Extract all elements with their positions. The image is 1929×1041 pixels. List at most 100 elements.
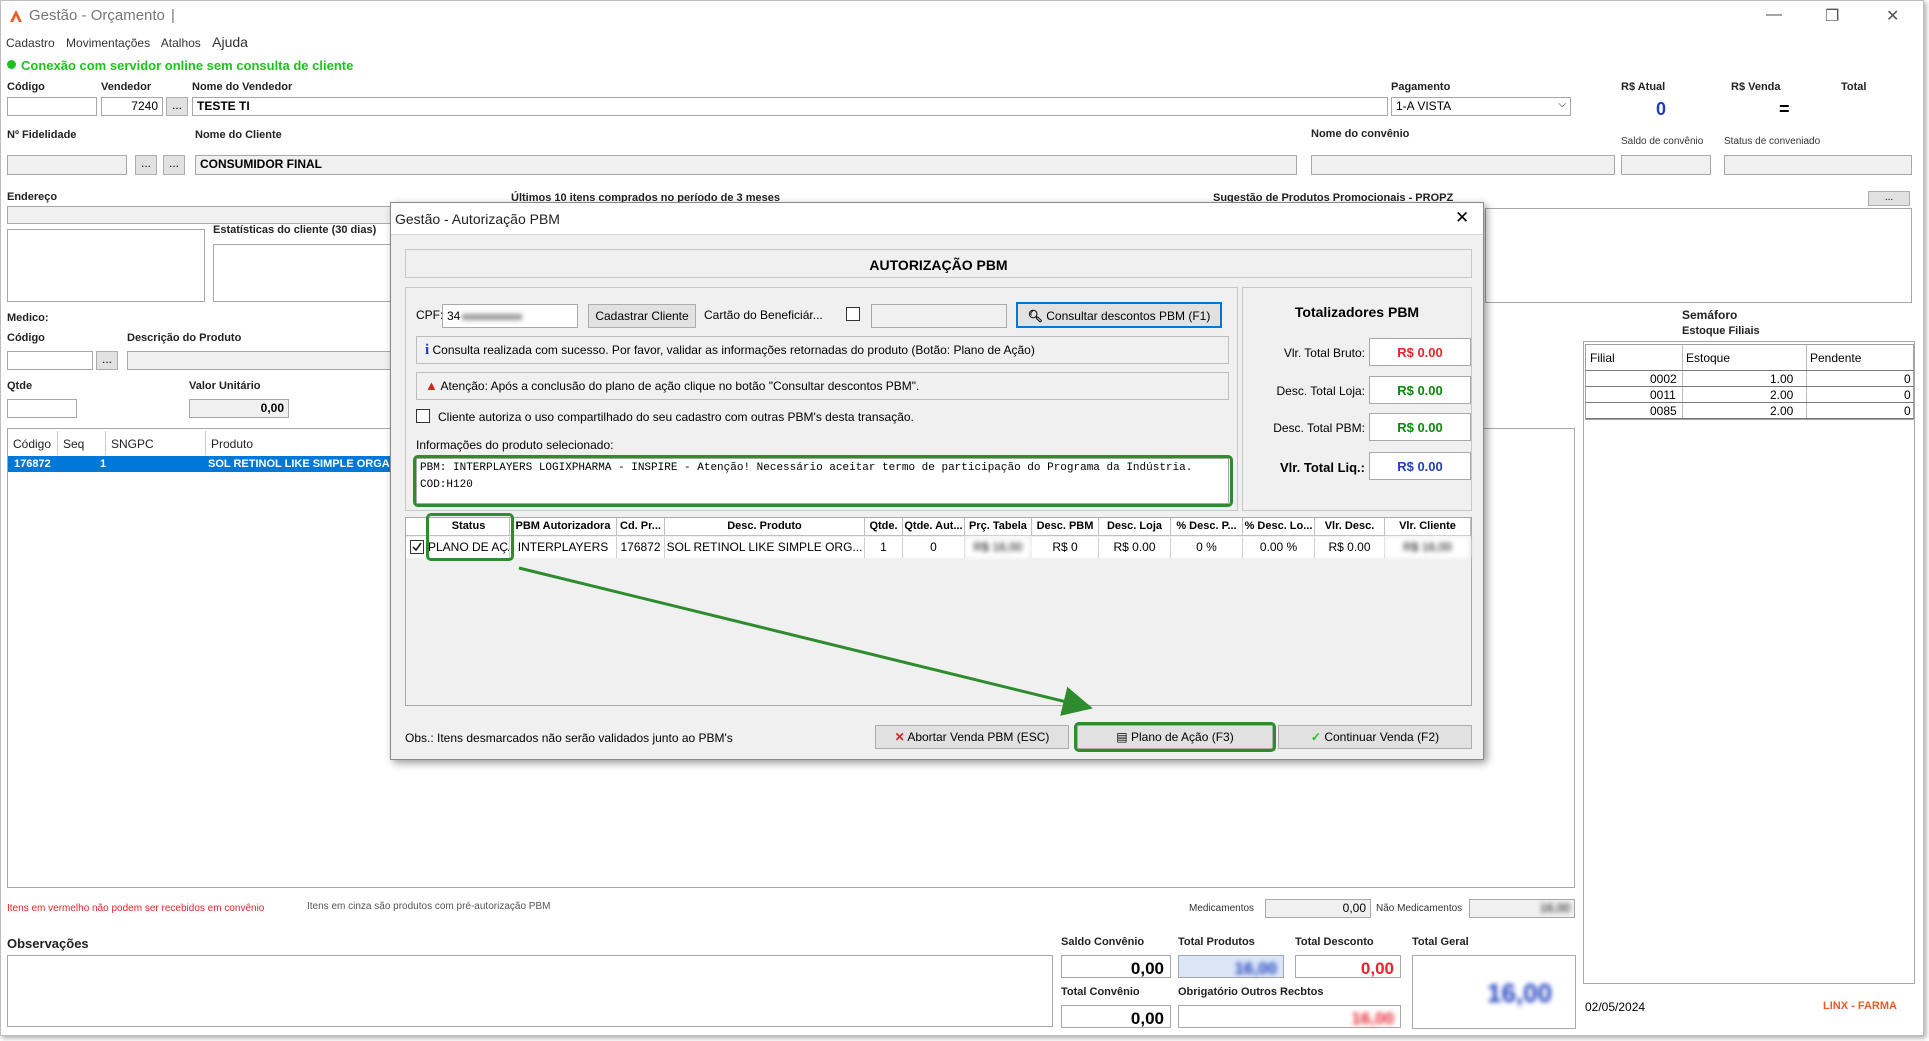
row-divider — [1586, 386, 1913, 387]
status-conveniado-input — [1724, 155, 1912, 175]
items-col-produto[interactable]: Produto — [211, 437, 253, 451]
total-convenio-value: 0,00 — [1061, 1005, 1171, 1028]
red-items-note: Itens em vermelho não podem ser recebido… — [7, 903, 265, 914]
filial-col-estoque: Estoque — [1686, 351, 1731, 365]
menu-atalhos[interactable]: Atalhos — [161, 36, 201, 50]
items-col-codigo[interactable]: Código — [13, 437, 51, 451]
chevron-down-icon: ⌵ — [1558, 99, 1566, 110]
gray-items-note: Itens em cinza são produtos com pré-auto… — [307, 901, 551, 912]
vendedor-search-button[interactable]: ... — [166, 97, 188, 116]
items-col-sngpc[interactable]: SNGPC — [111, 437, 154, 451]
rs-venda-label: R$ Venda — [1731, 81, 1781, 93]
vendedor-label: Vendedor — [101, 81, 152, 93]
obrigatorio-text: 16,00 — [1351, 1009, 1394, 1028]
medicamentos-label: Medicamentos — [1189, 903, 1255, 914]
menu-movimentacoes[interactable]: Movimentações — [66, 36, 150, 50]
annotation-arrow-icon — [518, 566, 1093, 716]
total-label: Total — [1841, 81, 1867, 93]
codigo-input[interactable] — [7, 97, 97, 116]
vendedor-input[interactable]: 7240 — [101, 97, 163, 116]
brand-label: LINX - FARMA — [1823, 1000, 1897, 1012]
codigo-produto-label: Código — [7, 332, 45, 344]
nome-cliente-label: Nome do Cliente — [195, 129, 282, 141]
title-bar: Gestão - Orçamento | — ❐ ✕ — [1, 1, 1923, 33]
plano-acao-highlight — [1074, 722, 1276, 752]
nome-convenio-input[interactable] — [1311, 155, 1615, 175]
total-desconto-label: Total Desconto — [1295, 936, 1374, 948]
filial-cell: 0085 — [1650, 404, 1677, 418]
observacoes-textarea[interactable] — [7, 955, 1053, 1027]
medicamentos-value: 0,00 — [1265, 899, 1371, 918]
estatisticas-box — [213, 244, 393, 302]
saldo-convenio-small-label: Saldo de convênio — [1621, 136, 1704, 147]
filial-cell: 2.00 — [1770, 404, 1794, 418]
pagamento-select[interactable]: 1-A VISTA ⌵ — [1391, 97, 1571, 116]
total-geral-box: 16,00 — [1412, 955, 1576, 1029]
total-geral-label: Total Geral — [1412, 936, 1469, 948]
descricao-produto-label: Descrição do Produto — [127, 332, 242, 344]
table-row[interactable]: 176872 1 SOL RETINOL LIKE SIMPLE ORGAN — [8, 456, 398, 472]
endereco-label: Endereço — [7, 191, 58, 203]
total-geral-value: 16,00 — [1487, 978, 1553, 1008]
menu-ajuda[interactable]: Ajuda — [212, 34, 248, 50]
abortar-venda-button[interactable]: ✕ Abortar Venda PBM (ESC) — [875, 725, 1069, 749]
total-produtos-text: 16,00 — [1234, 959, 1277, 978]
row-divider — [1586, 402, 1913, 403]
sugestao-box — [1485, 208, 1912, 303]
semaforo-panel — [1583, 341, 1915, 984]
continuar-label: Continuar Venda (F2) — [1324, 730, 1440, 744]
fidelidade-input[interactable] — [7, 155, 127, 175]
medico-label: Medico: — [7, 312, 49, 324]
row-divider — [1586, 370, 1913, 371]
cliente-search-button[interactable]: ... — [163, 155, 185, 175]
filial-cell: 0011 — [1650, 388, 1676, 402]
nome-cliente-input[interactable]: CONSUMIDOR FINAL — [195, 155, 1297, 175]
pagamento-label: Pagamento — [1391, 81, 1451, 93]
total-desconto-value: 0,00 — [1295, 955, 1401, 978]
valor-unitario-label: Valor Unitário — [189, 380, 261, 392]
nome-convenio-label: Nome do convênio — [1311, 128, 1410, 140]
nome-vendedor-label: Nome do Vendedor — [192, 81, 293, 93]
check-icon: ✓ — [1310, 730, 1321, 744]
col-divider — [105, 431, 106, 455]
col-divider — [1682, 345, 1683, 419]
maximize-icon[interactable]: ❐ — [1825, 6, 1839, 26]
obrigatorio-value: 16,00 — [1178, 1005, 1401, 1028]
descricao-produto-input — [127, 351, 393, 370]
fidelidade-search-button[interactable]: ... — [135, 155, 157, 175]
row-divider — [1586, 418, 1913, 419]
valor-unitario-input: 0,00 — [189, 399, 289, 418]
connection-status-dot-icon — [7, 60, 16, 69]
qtde-label: Qtde — [7, 380, 33, 392]
fidelidade-label: Nº Fidelidade — [7, 129, 77, 141]
saldo-convenio-value: 0,00 — [1061, 955, 1171, 978]
total-convenio-label: Total Convênio — [1061, 986, 1140, 998]
nome-vendedor-input[interactable]: TESTE TI — [192, 97, 1388, 116]
row-seq: 1 — [100, 458, 107, 470]
menu-bar: Cadastro Movimentações Atalhos Ajuda — [6, 34, 256, 50]
menu-cadastro[interactable]: Cadastro — [6, 36, 55, 50]
title-separator: | — [171, 7, 175, 24]
sugestao-more-button[interactable]: ... — [1868, 191, 1910, 206]
status-conveniado-label: Status de conveniado — [1724, 136, 1821, 147]
observacoes-label: Observações — [7, 936, 89, 951]
rs-venda-value: = — [1779, 99, 1790, 119]
col-divider — [57, 431, 58, 455]
items-col-seq[interactable]: Seq — [63, 437, 84, 451]
window-title: Gestão - Orçamento — [29, 7, 165, 24]
nao-medicamentos-label: Não Medicamentos — [1376, 903, 1463, 914]
minimize-icon[interactable]: — — [1766, 6, 1782, 24]
filial-cell: 0 — [1904, 404, 1911, 418]
produto-search-button[interactable]: ... — [96, 351, 118, 370]
nao-medicamentos-value: 16,00 — [1469, 899, 1575, 918]
qtde-input[interactable] — [7, 399, 77, 418]
codigo-label: Código — [7, 81, 45, 93]
semaforo-subtitle: Estoque Filiais — [1682, 325, 1760, 337]
total-produtos-value: 16,00 — [1178, 955, 1284, 978]
endereco-input — [7, 206, 392, 224]
codigo-produto-input[interactable] — [7, 351, 93, 370]
filial-col-pendente: Pendente — [1810, 351, 1862, 365]
close-icon[interactable]: ✕ — [1886, 6, 1899, 26]
filial-cell: 0002 — [1650, 372, 1677, 386]
continuar-venda-button[interactable]: ✓ Continuar Venda (F2) — [1278, 725, 1472, 749]
